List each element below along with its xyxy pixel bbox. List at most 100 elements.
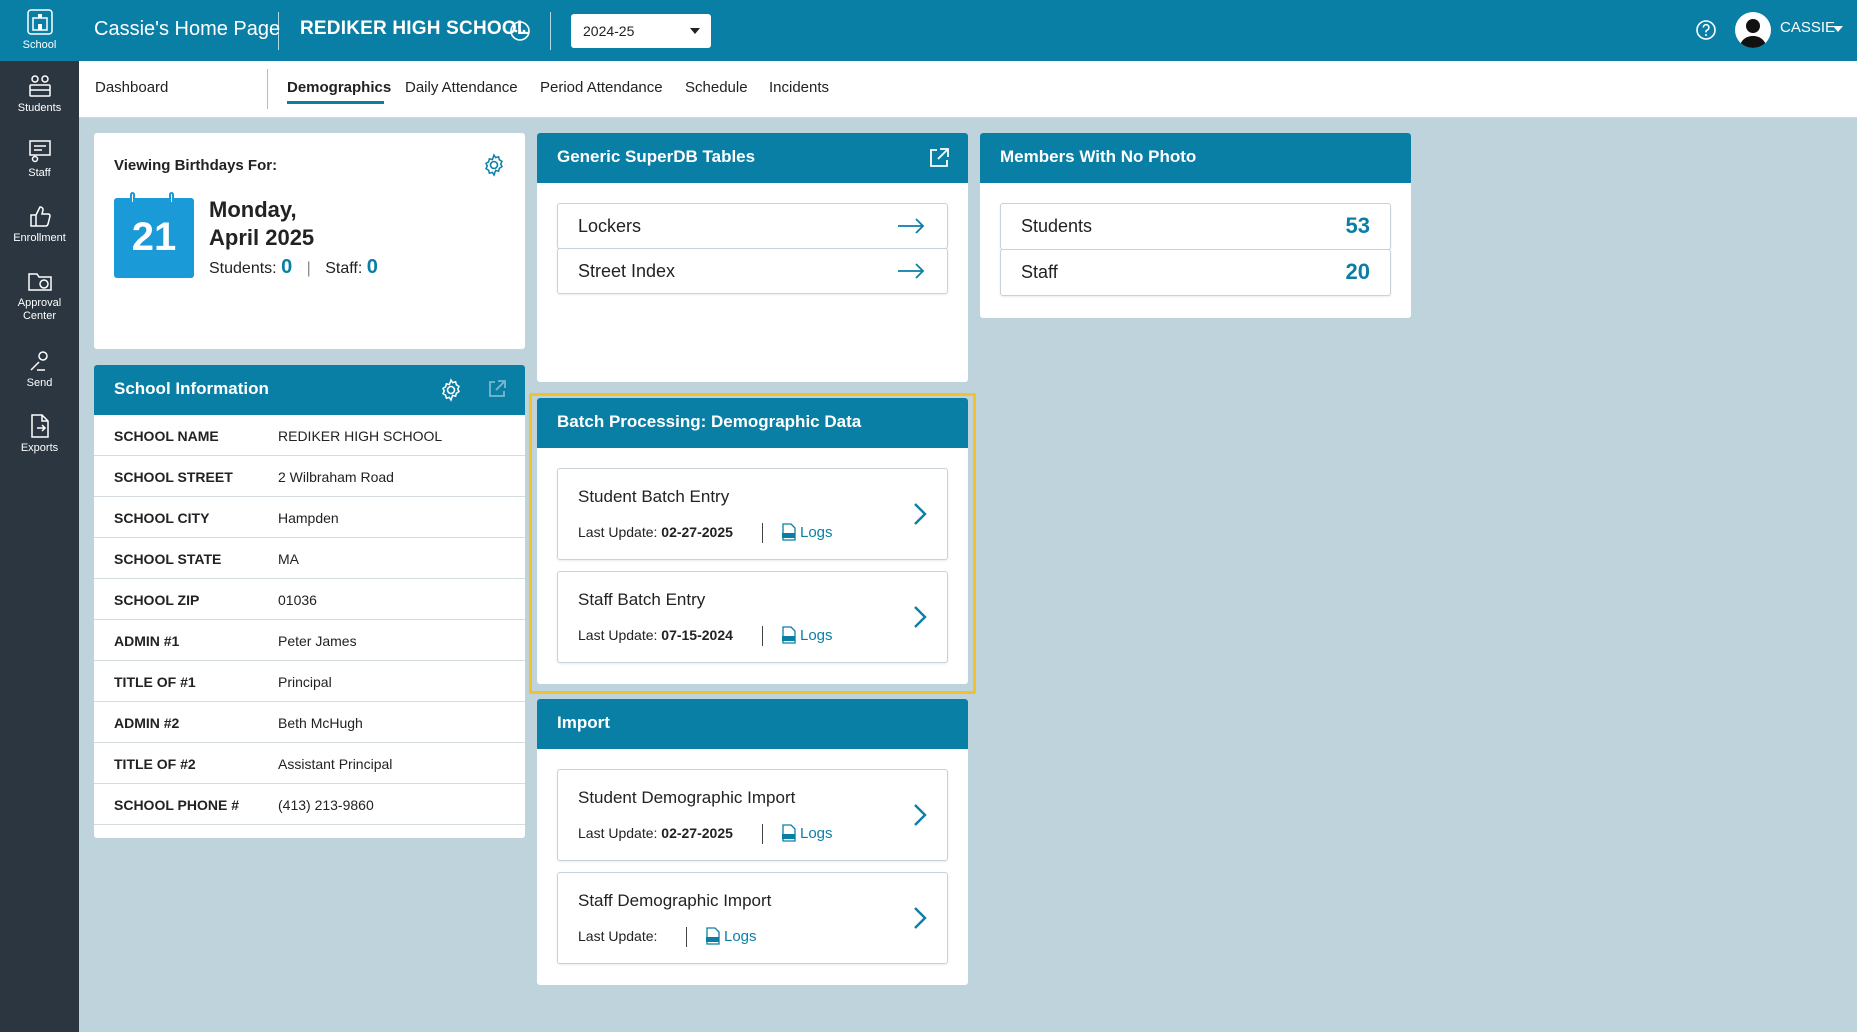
logs-link[interactable]: Logs xyxy=(781,523,833,541)
members-no-photo-header: Members With No Photo xyxy=(980,133,1411,183)
staff-demographic-import[interactable]: Staff Demographic Import Last Update: Lo… xyxy=(557,872,948,964)
student-demographic-import[interactable]: Student Demographic Import Last Update: … xyxy=(557,769,948,861)
students-icon xyxy=(28,75,51,97)
logs-label: Logs xyxy=(724,928,757,945)
external-link-icon[interactable] xyxy=(487,379,507,404)
calendar-day: 21 xyxy=(131,215,177,259)
birthday-date-line2: April 2025 xyxy=(209,225,315,250)
chevron-down-icon xyxy=(690,28,700,34)
tab-daily-attendance[interactable]: Daily Attendance xyxy=(405,79,518,96)
batch-processing-header: Batch Processing: Demographic Data xyxy=(537,398,968,448)
info-row: SCHOOL NAME REDIKER HIGH SCHOOL xyxy=(94,415,525,456)
birthday-date: Monday, April 2025 xyxy=(209,196,314,252)
info-key: SCHOOL NAME xyxy=(114,428,219,444)
tab-incidents[interactable]: Incidents xyxy=(769,79,829,96)
batch-processing-card: Batch Processing: Demographic Data Stude… xyxy=(537,398,968,684)
calendar-ring xyxy=(169,192,174,204)
counts-separator: | xyxy=(306,260,311,277)
info-row: SCHOOL STATE MA xyxy=(94,538,525,579)
more-options-icon[interactable] xyxy=(509,20,531,47)
chevron-down-icon[interactable] xyxy=(1833,26,1843,32)
import-card: Import Student Demographic Import Last U… xyxy=(537,699,968,985)
list-item-label: Students xyxy=(1021,216,1093,236)
divider xyxy=(278,12,279,50)
info-value: Principal xyxy=(278,674,332,690)
list-item-label: Street Index xyxy=(578,261,676,281)
calendar-day-icon: 21 xyxy=(114,192,194,278)
nav-item-exports[interactable]: Exports xyxy=(0,413,79,455)
card-title: Generic SuperDB Tables xyxy=(557,147,756,166)
superdb-item-street-index[interactable]: Street Index xyxy=(557,248,948,294)
external-link-icon[interactable] xyxy=(928,147,950,174)
logs-link[interactable]: Logs xyxy=(781,824,833,842)
last-update: Last Update: 02-27-2025 xyxy=(578,524,733,540)
home-page-title[interactable]: Cassie's Home Page xyxy=(94,18,280,41)
info-value: (413) 213-9860 xyxy=(278,797,374,813)
last-update-label: Last Update: xyxy=(578,627,658,643)
staff-birthday-count[interactable]: 0 xyxy=(367,256,378,278)
divider xyxy=(550,12,551,50)
card-title: Batch Processing: Demographic Data xyxy=(557,412,862,431)
nav-item-students[interactable]: Students xyxy=(0,73,79,115)
student-batch-entry[interactable]: Student Batch Entry Last Update: 02-27-2… xyxy=(557,468,948,560)
nav-item-send[interactable]: Send xyxy=(0,348,79,390)
tab-dashboard[interactable]: Dashboard xyxy=(95,79,168,96)
nav-item-school[interactable]: School xyxy=(0,0,79,61)
school-information-header: School Information xyxy=(94,365,525,415)
nav-item-approval-center[interactable]: Approval Center xyxy=(0,268,79,323)
help-icon[interactable] xyxy=(1695,19,1717,46)
card-title: Import xyxy=(557,713,610,732)
info-key: SCHOOL STATE xyxy=(114,551,222,567)
info-row: ADMIN #2 Beth McHugh xyxy=(94,702,525,743)
students-birthday-count[interactable]: 0 xyxy=(281,256,292,278)
students-label: Students: xyxy=(209,260,277,277)
divider xyxy=(762,523,763,543)
gear-icon[interactable] xyxy=(482,153,506,182)
superdb-item-lockers[interactable]: Lockers xyxy=(557,203,948,249)
nav-label: Send xyxy=(26,377,53,389)
nav-label: Approval Center xyxy=(17,297,62,322)
no-photo-staff[interactable]: Staff 20 xyxy=(1000,249,1391,296)
send-icon xyxy=(29,351,48,371)
import-header: Import xyxy=(537,699,968,749)
logs-link[interactable]: Logs xyxy=(705,927,757,945)
info-value: Peter James xyxy=(278,633,357,649)
last-update: Last Update: xyxy=(578,928,657,944)
school-name: REDIKER HIGH SCHOOL xyxy=(300,18,529,39)
folder-check-icon xyxy=(27,273,52,291)
last-update-label: Last Update: xyxy=(578,825,658,841)
user-name[interactable]: CASSIE xyxy=(1780,19,1835,36)
last-update-date: 02-27-2025 xyxy=(661,825,733,841)
nav-item-staff[interactable]: Staff xyxy=(0,138,79,180)
arrow-right-icon xyxy=(897,218,925,239)
staff-batch-entry[interactable]: Staff Batch Entry Last Update: 07-15-202… xyxy=(557,571,948,663)
tab-schedule[interactable]: Schedule xyxy=(685,79,748,96)
no-photo-students[interactable]: Students 53 xyxy=(1000,203,1391,250)
card-title: Members With No Photo xyxy=(1000,147,1197,166)
tab-period-attendance[interactable]: Period Attendance xyxy=(540,79,663,96)
gear-icon[interactable] xyxy=(439,378,463,407)
school-information-card: School Information SCHOOL NAME REDIKER HI… xyxy=(94,365,525,838)
info-key: SCHOOL PHONE # xyxy=(114,797,239,813)
info-value: Hampden xyxy=(278,510,339,526)
last-update-label: Last Update: xyxy=(578,928,658,944)
logs-label: Logs xyxy=(800,627,833,644)
school-year-select[interactable]: 2024-25 xyxy=(571,14,711,48)
entry-title: Staff Batch Entry xyxy=(578,590,706,609)
chevron-right-icon xyxy=(913,502,927,531)
tab-demographics[interactable]: Demographics xyxy=(287,79,391,96)
logs-link[interactable]: Logs xyxy=(781,626,833,644)
last-update-label: Last Update: xyxy=(578,524,658,540)
nav-item-enrollment[interactable]: Enrollment xyxy=(0,203,79,245)
info-row: SCHOOL CITY Hampden xyxy=(94,497,525,538)
info-row: SCHOOL STREET 2 Wilbraham Road xyxy=(94,456,525,497)
school-year-value: 2024-25 xyxy=(583,23,635,39)
divider xyxy=(686,927,687,947)
info-value: 2 Wilbraham Road xyxy=(278,469,394,485)
info-key: TITLE OF #1 xyxy=(114,674,196,690)
info-row: ADMIN #1 Peter James xyxy=(94,620,525,661)
last-update-date: 02-27-2025 xyxy=(661,524,733,540)
entry-title: Student Demographic Import xyxy=(578,788,796,807)
no-photo-count: 53 xyxy=(1345,213,1370,238)
avatar[interactable] xyxy=(1735,12,1771,48)
